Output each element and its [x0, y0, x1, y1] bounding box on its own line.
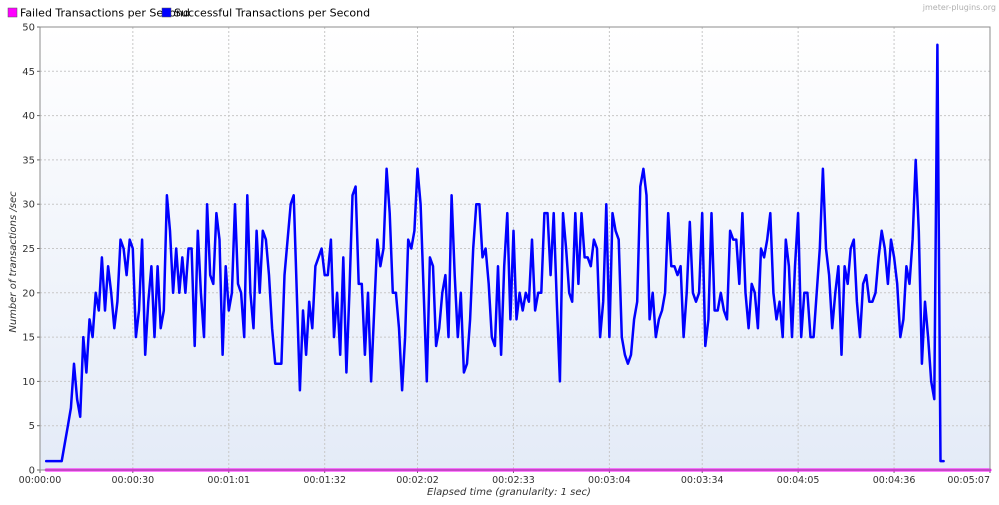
y-tick-label: 15 [22, 333, 35, 344]
legend-swatch-failed [7, 7, 18, 18]
x-tick-label: 00:05:07 [947, 475, 990, 486]
legend-label-successful: Successful Transactions per Second [174, 7, 370, 20]
x-tick-label: 00:00:30 [111, 475, 154, 486]
y-tick-label: 25 [22, 244, 35, 255]
x-tick-label: 00:02:02 [396, 475, 439, 486]
legend-swatch-successful [161, 7, 172, 18]
x-tick-label: 00:01:32 [303, 475, 346, 486]
legend: Failed Transactions per Second Successfu… [7, 7, 370, 20]
x-tick-label: 00:00:00 [19, 475, 62, 486]
x-tick-label: 00:02:33 [492, 475, 535, 486]
y-tick-label: 40 [22, 111, 35, 122]
y-tick-label: 5 [29, 421, 35, 432]
y-axis-label: Number of transactions /sec [8, 191, 19, 333]
x-tick-label: 00:03:34 [681, 475, 724, 486]
chart-container: 0 5 10 15 20 25 30 35 40 45 50 00:00:00 00:00:30 00:… [0, 0, 999, 501]
y-tick-label: 35 [22, 155, 35, 166]
y-tick-label: 20 [22, 288, 35, 299]
x-tick-label: 00:04:05 [777, 475, 820, 486]
watermark: jmeter-plugins.org [922, 3, 996, 12]
x-tick-label: 00:03:04 [588, 475, 631, 486]
x-tick-label: 00:04:36 [873, 475, 916, 486]
y-tick-label: 50 [22, 23, 35, 34]
y-tick-label: 30 [22, 200, 35, 211]
transactions-line-chart: 05101520253035404550 00:00:00 00:00:30 00:… [0, 0, 999, 501]
x-tick-label: 00:01:01 [207, 475, 250, 486]
y-tick-label: 10 [22, 377, 35, 388]
y-tick-label: 45 [22, 67, 35, 78]
x-axis-label: Elapsed time (granularity: 1 sec) [427, 487, 591, 498]
